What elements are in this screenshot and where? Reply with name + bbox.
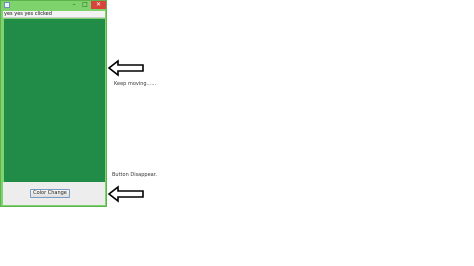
close-button[interactable]: ✕	[91, 1, 106, 9]
window-titlebar[interactable]: – □ ✕	[1, 1, 106, 10]
maximize-button[interactable]: □	[80, 1, 90, 9]
green-color-panel	[4, 19, 105, 182]
keep-moving-note: Keep moving......	[114, 81, 157, 87]
status-label-bar: yes yes yes clicked	[3, 11, 105, 18]
app-window: – □ ✕ yes yes yes clicked Color Change	[0, 0, 107, 207]
button-disappear-note: Button Disappear.	[112, 172, 157, 178]
clicked-status-label: yes yes yes clicked	[4, 11, 52, 17]
screenshot-root: – □ ✕ yes yes yes clicked Color Change K…	[0, 0, 474, 266]
left-arrow-icon	[107, 185, 144, 203]
left-arrow-icon	[107, 59, 144, 77]
java-app-icon	[4, 2, 10, 8]
color-change-button[interactable]: Color Change	[30, 189, 70, 198]
minimize-button[interactable]: –	[69, 1, 79, 9]
button-panel: Color Change	[3, 182, 105, 205]
